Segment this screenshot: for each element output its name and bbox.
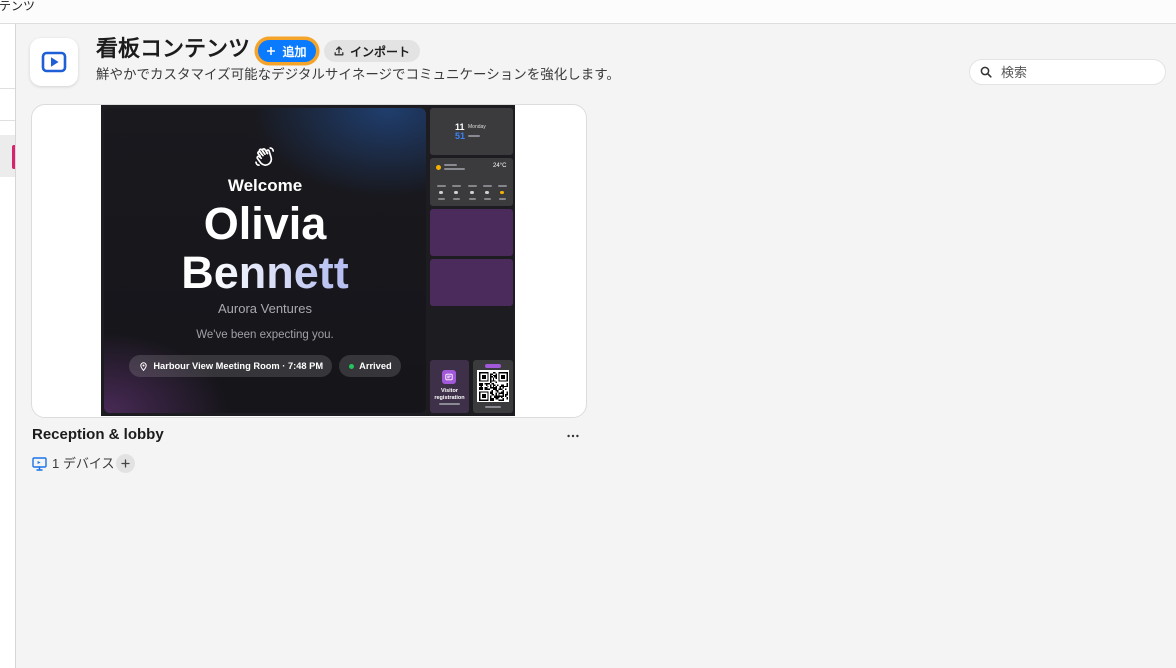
meeting-info-row: Harbour View Meeting Room · 7:48 PM Arri… xyxy=(104,355,426,377)
search-icon xyxy=(980,66,992,78)
welcome-heading: Welcome xyxy=(227,176,303,195)
status-text: Arrived xyxy=(359,361,392,371)
widget-tile xyxy=(430,209,513,256)
qr-code-widget xyxy=(473,360,513,413)
sidebar xyxy=(0,24,16,668)
window-title-bar: テンツ xyxy=(0,0,1176,24)
clock-widget: 11 Monday 51 xyxy=(430,108,513,155)
map-pin-icon xyxy=(140,361,148,371)
widget-detail-text xyxy=(444,164,457,166)
clock-minute: 51 xyxy=(455,131,466,141)
signage-preview-thumbnail[interactable]: Welcome Olivia Bennett Aurora Ventures W… xyxy=(101,105,515,416)
guest-company: Aurora Ventures xyxy=(218,301,312,316)
add-button[interactable]: 追加 xyxy=(258,40,316,62)
more-horizontal-icon[interactable] xyxy=(565,428,581,444)
plus-icon xyxy=(121,459,130,468)
widget-detail-text xyxy=(485,406,501,408)
guest-first-name: Olivia xyxy=(203,198,327,249)
card-title[interactable]: Reception & lobby xyxy=(32,426,164,444)
visitor-registration-label: Visitor registration xyxy=(434,388,465,401)
device-count[interactable]: 1 デバイス xyxy=(52,456,114,472)
id-badge-icon xyxy=(442,370,456,384)
widget-detail-text xyxy=(444,168,465,170)
plus-icon xyxy=(267,47,276,55)
search-input[interactable] xyxy=(1001,60,1159,84)
monitor-icon xyxy=(32,457,47,471)
location-pill: Harbour View Meeting Room · 7:48 PM xyxy=(129,355,333,377)
visitor-registration-widget: Visitor registration xyxy=(430,360,469,413)
forecast-item xyxy=(467,185,478,203)
window-title: テンツ xyxy=(0,0,36,13)
welcome-screen-panel: Welcome Olivia Bennett Aurora Ventures W… xyxy=(104,108,426,413)
widget-detail-text xyxy=(439,403,460,405)
play-icon xyxy=(41,51,67,73)
sidebar-divider xyxy=(0,88,15,89)
weather-temperature: 24°C xyxy=(493,163,507,169)
page-subtitle: 鮮やかでカスタマイズ可能なデジタルサイネージでコミュニケーションを強化します。 xyxy=(96,67,620,82)
import-button-label: インポート xyxy=(349,44,410,59)
status-pill: Arrived xyxy=(339,355,401,377)
add-device-button[interactable] xyxy=(116,454,135,473)
clock-day: Monday xyxy=(468,124,486,130)
page-title: 看板コンテンツ xyxy=(96,36,251,61)
guest-last-name: Bennett xyxy=(104,250,426,295)
content-card[interactable]: Welcome Olivia Bennett Aurora Ventures W… xyxy=(31,104,587,418)
widget-detail-text xyxy=(468,135,480,137)
page-icon xyxy=(30,38,78,86)
sidebar-divider xyxy=(0,120,15,121)
location-text: Harbour View Meeting Room · 7:48 PM xyxy=(153,361,324,371)
waving-hand-icon xyxy=(104,145,426,167)
forecast-item xyxy=(436,185,447,203)
sidebar-item-active[interactable] xyxy=(0,135,15,177)
forecast-item xyxy=(451,185,462,203)
import-button[interactable]: インポート xyxy=(324,40,420,62)
sidebar-active-marker xyxy=(12,145,15,169)
upload-icon xyxy=(334,46,344,56)
welcome-message: We've been expecting you. xyxy=(196,329,334,341)
forecast-item xyxy=(497,185,508,203)
weather-widget: 24°C xyxy=(430,158,513,206)
status-dot xyxy=(349,363,355,369)
sun-icon xyxy=(436,165,441,170)
add-button-label: 追加 xyxy=(282,44,307,59)
search-box[interactable] xyxy=(969,59,1166,85)
widget-tile xyxy=(430,259,513,306)
qr-code-icon xyxy=(477,370,509,402)
qr-tag xyxy=(485,364,501,368)
forecast-item xyxy=(482,185,493,203)
weather-forecast-row xyxy=(436,185,508,203)
